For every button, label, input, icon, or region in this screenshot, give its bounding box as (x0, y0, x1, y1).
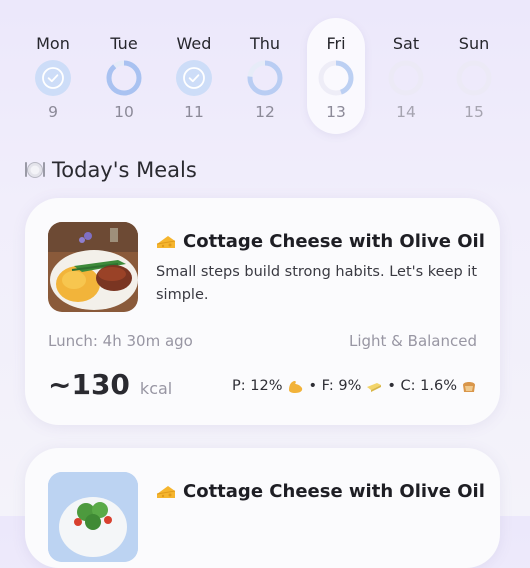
meal-title: Cottage Cheese with Olive Oil (156, 231, 485, 252)
meal-title-text: Cottage Cheese with Olive Oil (183, 231, 485, 252)
day-number: 9 (48, 103, 58, 121)
meal-title: Cottage Cheese with Olive Oil (156, 481, 485, 502)
calories: ~130 kcal (48, 368, 172, 401)
calorie-value: ~130 (48, 368, 130, 401)
day-name: Fri (326, 34, 346, 53)
meal-tag: Light & Balanced (348, 332, 477, 350)
day-number: 10 (114, 103, 134, 121)
meal-photo (48, 472, 138, 562)
plate-icon (25, 162, 45, 178)
carbs-value: • C: 1.6% (387, 378, 457, 394)
week-strip: Mon 9 Tue 10 Wed 11 Thu 12 Fri 13 Sat 14… (0, 18, 530, 136)
day-name: Mon (36, 34, 70, 53)
day-name: Wed (176, 34, 212, 53)
meal-card[interactable]: Cottage Cheese with Olive Oil (25, 448, 500, 568)
check-ring-icon (176, 60, 212, 96)
meal-time: Lunch: 4h 30m ago (48, 332, 193, 350)
day-mon[interactable]: Mon 9 (24, 18, 82, 134)
day-tue[interactable]: Tue 10 (95, 18, 153, 134)
flexed-bicep-icon (288, 381, 302, 393)
day-thu[interactable]: Thu 12 (236, 18, 294, 134)
meal-title-text: Cottage Cheese with Olive Oil (183, 481, 485, 502)
cheese-icon (156, 235, 176, 248)
fat-value: • F: 9% (308, 378, 362, 394)
day-fri-selected[interactable]: Fri 13 (307, 18, 365, 134)
empty-ring-icon (456, 60, 492, 96)
day-number: 15 (464, 103, 484, 121)
section-title: Today's Meals (24, 158, 197, 182)
day-sun[interactable]: Sun 15 (445, 18, 503, 134)
empty-ring-icon (388, 60, 424, 96)
bread-icon (463, 382, 475, 392)
meal-photo (48, 222, 138, 312)
check-ring-icon (35, 60, 71, 96)
calorie-unit: kcal (139, 379, 173, 398)
day-name: Sat (392, 34, 420, 53)
day-wed[interactable]: Wed 11 (165, 18, 223, 134)
progress-ring-icon (318, 60, 354, 96)
day-number: 13 (326, 103, 346, 121)
day-number: 11 (184, 103, 204, 121)
macros: P: 12% • F: 9% • C: 1.6% (232, 378, 477, 394)
butter-icon (367, 383, 382, 392)
meal-card[interactable]: Cottage Cheese with Olive Oil Small step… (25, 198, 500, 425)
meal-description: Small steps build strong habits. Let's k… (156, 264, 478, 303)
day-name: Thu (249, 34, 281, 53)
cheese-icon (156, 485, 176, 498)
day-name: Tue (110, 34, 138, 53)
day-name: Sun (458, 34, 490, 53)
day-number: 14 (396, 103, 416, 121)
progress-ring-icon (247, 60, 283, 96)
day-number: 12 (255, 103, 275, 121)
section-title-text: Today's Meals (52, 158, 197, 182)
protein-value: P: 12% (232, 378, 283, 394)
progress-ring-icon (106, 60, 142, 96)
day-sat[interactable]: Sat 14 (377, 18, 435, 134)
